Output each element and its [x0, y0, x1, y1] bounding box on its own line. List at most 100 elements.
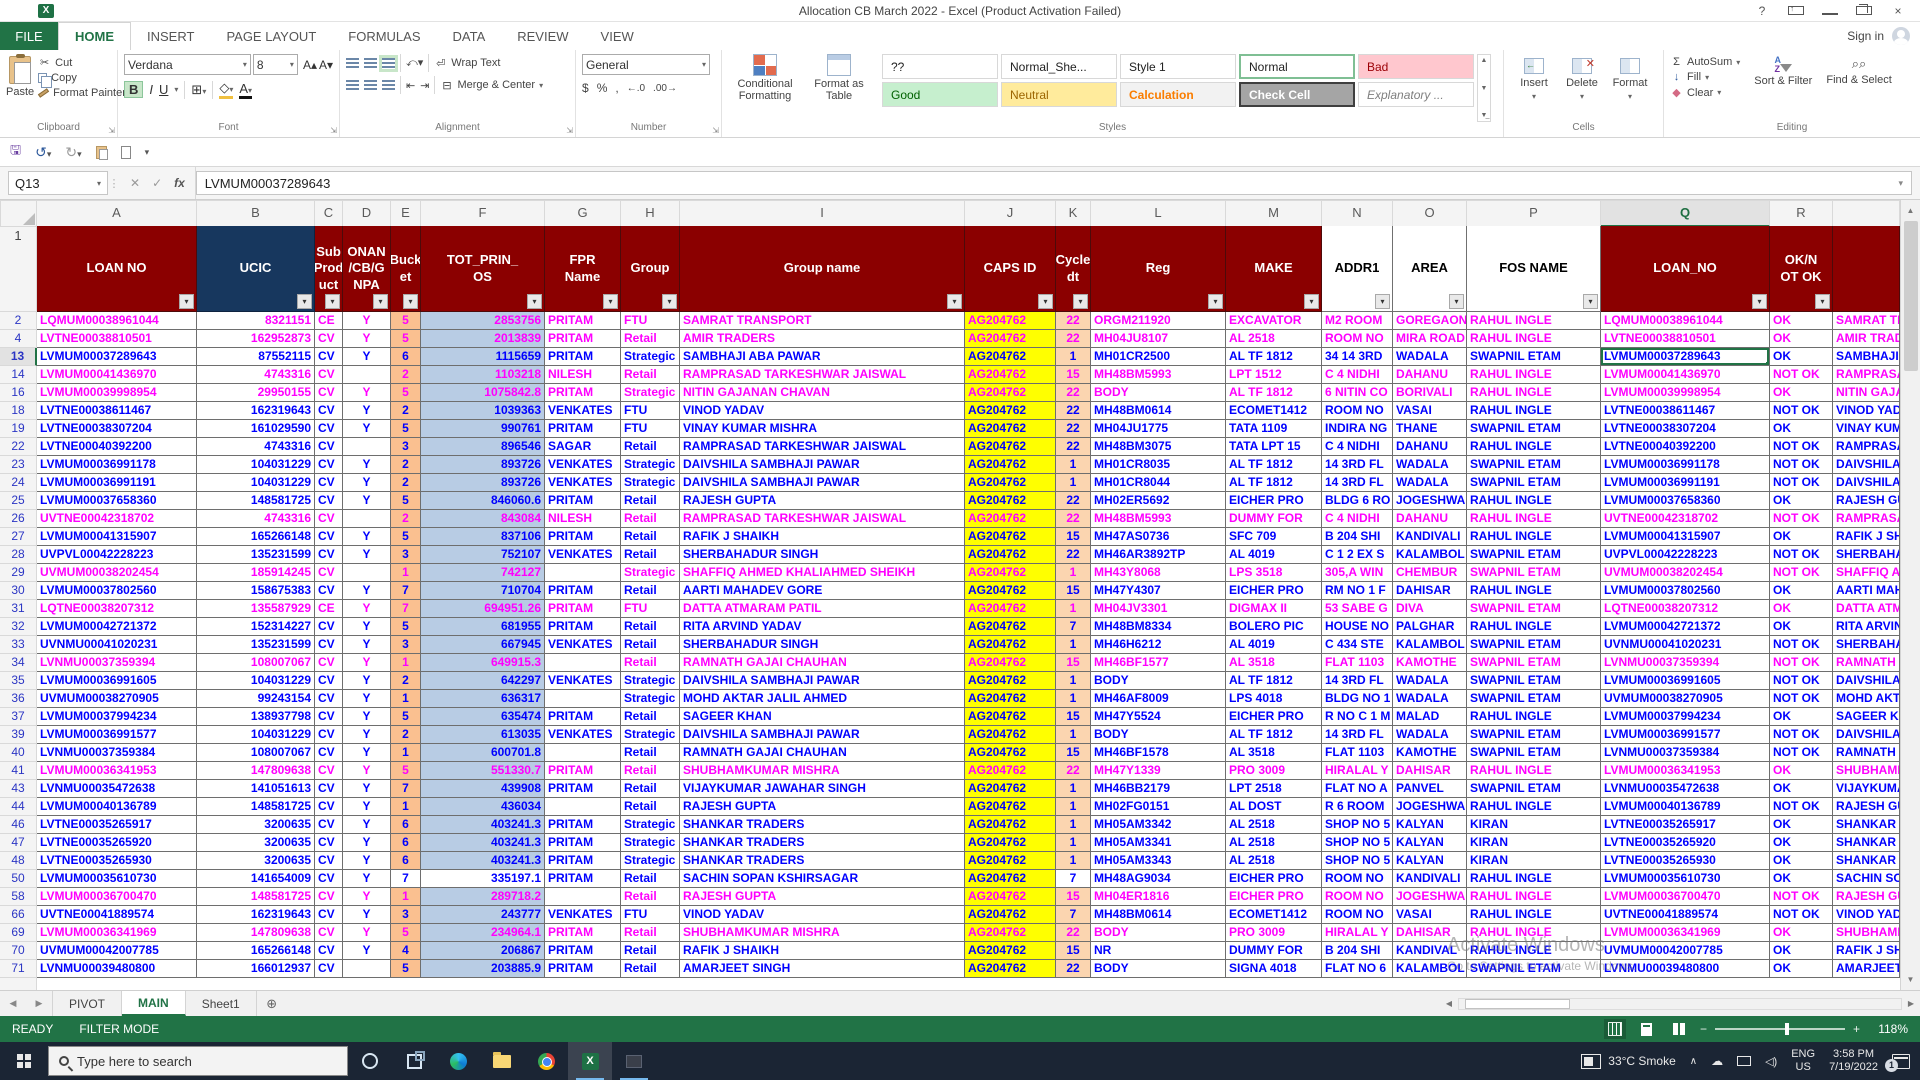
- top-align-button[interactable]: [346, 58, 359, 69]
- cell-onan[interactable]: Y: [343, 888, 391, 906]
- cell-ucic[interactable]: 166012937: [197, 960, 315, 978]
- cell-tot-prin-os[interactable]: 846060.6: [421, 492, 545, 510]
- cell-loan-no[interactable]: LVMUM00036991577: [37, 726, 197, 744]
- cell-cycle-dt[interactable]: 22: [1056, 924, 1091, 942]
- tab-insert[interactable]: INSERT: [131, 22, 210, 50]
- cell-partial-col[interactable]: VINAY KUMAR MISHRA: [1833, 420, 1900, 438]
- number-format-select[interactable]: General▾: [582, 54, 710, 75]
- cell-partial-col[interactable]: RAFIK J SHAIKH: [1833, 942, 1900, 960]
- cell-ucic[interactable]: 104031229: [197, 456, 315, 474]
- cell-sub-product[interactable]: CV: [315, 366, 343, 384]
- borders-button[interactable]: ⊞▾: [191, 82, 206, 98]
- cell-caps-id[interactable]: AG204762: [965, 924, 1056, 942]
- col-E[interactable]: E: [391, 200, 421, 227]
- cut-button[interactable]: ✂Cut: [38, 56, 126, 69]
- cell-cycle-dt[interactable]: 1: [1056, 456, 1091, 474]
- cell-group[interactable]: Retail: [621, 942, 680, 960]
- row-number[interactable]: 29: [0, 564, 37, 582]
- cell-loan-no[interactable]: LQMUM00038961044: [37, 312, 197, 330]
- cell-fpr-name[interactable]: PRITAM: [545, 618, 621, 636]
- cell-group-name[interactable]: DAIVSHILA SAMBHAJI PAWAR: [680, 456, 965, 474]
- cell-loan-no[interactable]: LVMUM00035610730: [37, 870, 197, 888]
- cell-area[interactable]: GOREGAON: [1393, 312, 1467, 330]
- cell-fos-name[interactable]: RAHUL INGLE: [1467, 888, 1601, 906]
- cell-loan-no[interactable]: LVTNE00035265920: [37, 834, 197, 852]
- cell-caps-id[interactable]: AG204762: [965, 672, 1056, 690]
- cell-fos-name[interactable]: SWAPNIL ETAM: [1467, 474, 1601, 492]
- cell-group-name[interactable]: DAIVSHILA SAMBHAJI PAWAR: [680, 474, 965, 492]
- cell-fpr-name[interactable]: VENKATES: [545, 402, 621, 420]
- cell-partial-col[interactable]: AMIR TRADERS: [1833, 330, 1900, 348]
- format-as-table-button[interactable]: Format as Table: [802, 54, 876, 122]
- cell-area[interactable]: VASAI: [1393, 906, 1467, 924]
- cell-ok-not-ok[interactable]: NOT OK: [1770, 474, 1833, 492]
- cell-area[interactable]: KALYAN: [1393, 834, 1467, 852]
- cell-group[interactable]: Strategic: [621, 852, 680, 870]
- cell-ok-not-ok[interactable]: OK: [1770, 618, 1833, 636]
- cell-cycle-dt[interactable]: 1: [1056, 780, 1091, 798]
- cell-group-name[interactable]: VIJAYKUMAR JAWAHAR SINGH: [680, 780, 965, 798]
- cell-reg[interactable]: MH04JU8107: [1091, 330, 1226, 348]
- cell-onan[interactable]: [343, 366, 391, 384]
- cell-ucic[interactable]: 162952873: [197, 330, 315, 348]
- tab-data[interactable]: DATA: [437, 22, 502, 50]
- gallery-up-button[interactable]: ▲: [1481, 57, 1488, 64]
- cell-bucket[interactable]: 2: [391, 402, 421, 420]
- cell-caps-id[interactable]: AG204762: [965, 798, 1056, 816]
- cell-partial-col[interactable]: SACHIN SOPAN KSHIRSAGAR: [1833, 870, 1900, 888]
- cell-fos-name[interactable]: SWAPNIL ETAM: [1467, 600, 1601, 618]
- cell-fpr-name[interactable]: PRITAM: [545, 816, 621, 834]
- cell-sub-product[interactable]: CV: [315, 924, 343, 942]
- page-break-view-button[interactable]: [1668, 1019, 1690, 1039]
- gallery-more-button[interactable]: ▼̲: [1481, 112, 1488, 119]
- cell-cycle-dt[interactable]: 1: [1056, 348, 1091, 366]
- cell-group-name[interactable]: SAGEER KHAN: [680, 708, 965, 726]
- filter-icon[interactable]: ▾: [527, 294, 542, 309]
- cell-fpr-name[interactable]: SAGAR: [545, 438, 621, 456]
- cell-sub-product[interactable]: CV: [315, 492, 343, 510]
- cell-fos-name[interactable]: SWAPNIL ETAM: [1467, 654, 1601, 672]
- cell-partial-col[interactable]: NITIN GAJANAN CHAVAN: [1833, 384, 1900, 402]
- cell-ok-not-ok[interactable]: NOT OK: [1770, 438, 1833, 456]
- cell-fos-name[interactable]: RAHUL INGLE: [1467, 312, 1601, 330]
- row-number[interactable]: 23: [0, 456, 37, 474]
- cell-cycle-dt[interactable]: 22: [1056, 438, 1091, 456]
- row-number[interactable]: 31: [0, 600, 37, 618]
- cell-onan[interactable]: Y: [343, 330, 391, 348]
- cell-sub-product[interactable]: CV: [315, 474, 343, 492]
- fill-color-button[interactable]: ◇▾: [219, 80, 233, 99]
- clipboard-dialog-launcher[interactable]: ⇲: [108, 126, 115, 135]
- cell-group[interactable]: Retail: [621, 654, 680, 672]
- name-box[interactable]: Q13 ▾: [8, 171, 108, 195]
- cell-group[interactable]: Strategic: [621, 726, 680, 744]
- cell-caps-id[interactable]: AG204762: [965, 834, 1056, 852]
- cell-ucic[interactable]: 29950155: [197, 384, 315, 402]
- cell-ok-not-ok[interactable]: NOT OK: [1770, 690, 1833, 708]
- cell-reg[interactable]: MH04JV3301: [1091, 600, 1226, 618]
- cell-loan-no-q[interactable]: LQMUM00038961044: [1601, 312, 1770, 330]
- cell-tot-prin-os[interactable]: 403241.3: [421, 834, 545, 852]
- cell-partial-col[interactable]: RAMPRASAD TARKESHWAR JAISWAL: [1833, 366, 1900, 384]
- cell-group[interactable]: Retail: [621, 582, 680, 600]
- cell-bucket[interactable]: 7: [391, 780, 421, 798]
- cell-loan-no-q[interactable]: LVMUM00036700470: [1601, 888, 1770, 906]
- cell-addr1[interactable]: ROOM NO: [1322, 906, 1393, 924]
- cell-addr1[interactable]: R NO C 1 M: [1322, 708, 1393, 726]
- tab-formulas[interactable]: FORMULAS: [332, 22, 436, 50]
- cell-loan-no[interactable]: UVTNE00041889574: [37, 906, 197, 924]
- cell-tot-prin-os[interactable]: 990761: [421, 420, 545, 438]
- cell-cycle-dt[interactable]: 15: [1056, 528, 1091, 546]
- cell-caps-id[interactable]: AG204762: [965, 816, 1056, 834]
- cell-ucic[interactable]: 135231599: [197, 546, 315, 564]
- cell-bucket[interactable]: 7: [391, 600, 421, 618]
- cell-addr1[interactable]: FLAT NO A: [1322, 780, 1393, 798]
- cell-area[interactable]: WADALA: [1393, 456, 1467, 474]
- cell-addr1[interactable]: C 1 2 EX S: [1322, 546, 1393, 564]
- cell-cycle-dt[interactable]: 15: [1056, 708, 1091, 726]
- middle-align-button[interactable]: [364, 58, 377, 69]
- cell-fpr-name[interactable]: PRITAM: [545, 330, 621, 348]
- cell-group[interactable]: Strategic: [621, 672, 680, 690]
- cell-make[interactable]: AL TF 1812: [1226, 456, 1322, 474]
- cell-fos-name[interactable]: SWAPNIL ETAM: [1467, 564, 1601, 582]
- cell-onan[interactable]: Y: [343, 618, 391, 636]
